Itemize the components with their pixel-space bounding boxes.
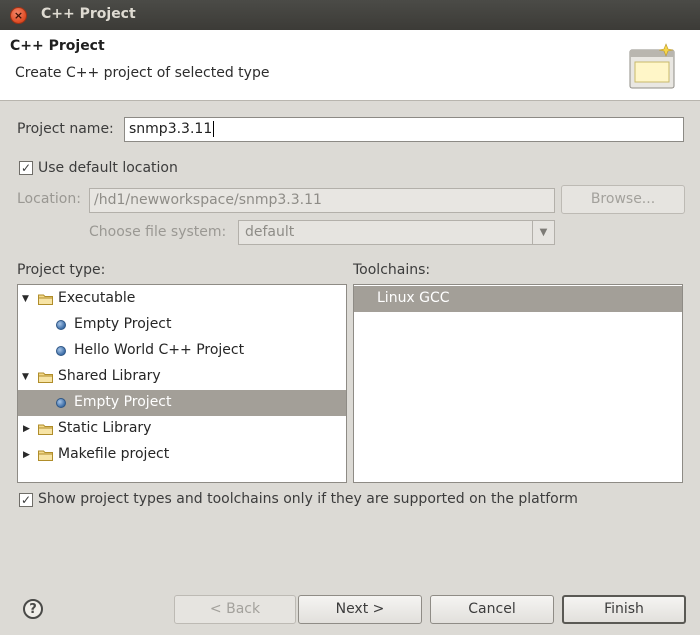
tree-item-makefile-project[interactable]: ▶ Makefile project: [18, 442, 346, 468]
project-type-icon: [56, 320, 66, 330]
tree-item-hello-world[interactable]: Hello World C++ Project: [18, 338, 346, 364]
tree-item-executable[interactable]: ▼ Executable: [18, 286, 346, 312]
show-supported-label: Show project types and toolchains only i…: [38, 491, 578, 507]
tree-item-label: Shared Library: [58, 368, 161, 384]
project-name-value: snmp3.3.11: [129, 121, 213, 137]
use-default-location-label: Use default location: [38, 160, 178, 176]
tree-item-label: Hello World C++ Project: [74, 342, 245, 358]
folder-icon: [38, 372, 53, 383]
cancel-button[interactable]: Cancel: [430, 595, 554, 624]
page-description: Create C++ project of selected type: [15, 65, 270, 81]
tree-item-shared-library[interactable]: ▼ Shared Library: [18, 364, 346, 390]
project-name-field[interactable]: snmp3.3.11: [124, 117, 684, 142]
location-field[interactable]: /hd1/newworkspace/snmp3.3.11: [89, 188, 555, 213]
wizard-header: C++ Project Create C++ project of select…: [0, 30, 700, 101]
file-system-label: Choose file system:: [89, 224, 227, 240]
show-supported-checkbox[interactable]: ✓: [19, 493, 33, 507]
next-button[interactable]: Next >: [298, 595, 422, 624]
expand-arrow-icon[interactable]: ▼: [22, 372, 29, 382]
tree-item-label: Executable: [58, 290, 136, 306]
file-system-select[interactable]: default ▼: [238, 220, 555, 245]
project-type-icon: [56, 398, 66, 408]
back-button[interactable]: < Back: [174, 595, 296, 624]
expand-arrow-icon[interactable]: ▼: [22, 294, 29, 304]
wizard-banner-icon: [629, 43, 675, 89]
toolchain-item-linux-gcc[interactable]: Linux GCC: [354, 286, 682, 312]
file-system-value: default: [245, 224, 295, 240]
close-icon[interactable]: ×: [10, 7, 27, 24]
chevron-down-icon[interactable]: ▼: [532, 221, 554, 244]
tree-item-label: Empty Project: [74, 394, 172, 410]
folder-icon: [38, 294, 53, 305]
finish-button[interactable]: Finish: [562, 595, 686, 624]
use-default-location-checkbox[interactable]: ✓: [19, 161, 33, 175]
folder-icon: [38, 424, 53, 435]
help-icon[interactable]: ?: [23, 599, 43, 619]
project-type-icon: [56, 346, 66, 356]
window-title: C++ Project: [41, 6, 136, 22]
tree-item-static-library[interactable]: ▶ Static Library: [18, 416, 346, 442]
collapse-arrow-icon[interactable]: ▶: [23, 424, 30, 434]
tree-item-label: Static Library: [58, 420, 152, 436]
tree-item-empty-project-selected[interactable]: Empty Project: [18, 390, 346, 416]
collapse-arrow-icon[interactable]: ▶: [23, 450, 30, 460]
tree-item-empty-project[interactable]: Empty Project: [18, 312, 346, 338]
folder-icon: [38, 450, 53, 461]
project-type-label: Project type:: [17, 262, 106, 278]
browse-button[interactable]: Browse...: [561, 185, 685, 214]
project-type-tree[interactable]: ▼ Executable Empty Project Hello World C…: [17, 284, 347, 483]
toolchains-label: Toolchains:: [353, 262, 431, 278]
location-label: Location:: [17, 191, 81, 207]
toolchain-item-label: Linux GCC: [377, 290, 450, 306]
window-titlebar: × C++ Project: [0, 0, 700, 30]
project-name-label: Project name:: [17, 121, 114, 137]
toolchains-list[interactable]: Linux GCC: [353, 284, 683, 483]
tree-item-label: Empty Project: [74, 316, 172, 332]
page-title: C++ Project: [10, 38, 105, 54]
tree-item-label: Makefile project: [58, 446, 170, 462]
